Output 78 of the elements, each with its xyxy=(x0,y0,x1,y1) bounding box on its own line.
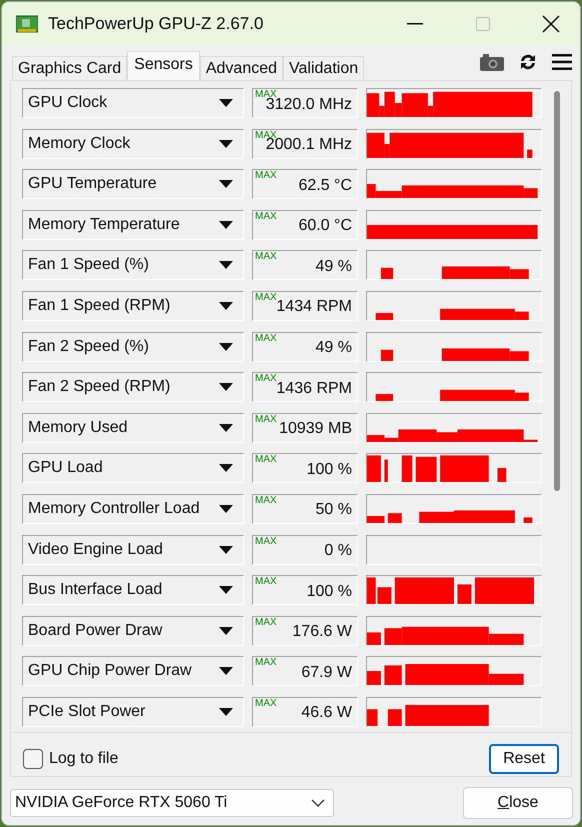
sensor-value: 62.5 °C xyxy=(298,176,352,195)
sensor-dropdown[interactable]: Fan 2 Speed (RPM) xyxy=(22,372,244,402)
sensor-value: 49 % xyxy=(316,339,352,358)
log-to-file-checkbox[interactable]: Log to file xyxy=(23,748,118,768)
scrollbar-thumb[interactable] xyxy=(554,91,560,491)
sensor-dropdown[interactable]: Board Power Draw xyxy=(22,616,244,646)
dropdown-arrow-icon xyxy=(219,464,233,472)
sensor-dropdown[interactable]: Memory Used xyxy=(22,412,244,443)
close-button[interactable]: Close xyxy=(463,787,573,819)
dropdown-arrow-icon xyxy=(219,99,233,107)
sensor-dropdown[interactable]: Memory Temperature xyxy=(22,210,244,240)
max-label: MAX xyxy=(255,252,277,262)
dropdown-arrow-icon xyxy=(219,626,233,635)
sensor-dropdown[interactable]: GPU Load xyxy=(22,453,244,484)
max-label: MAX xyxy=(255,334,277,344)
sensor-value: 3120.0 MHz xyxy=(266,96,352,114)
dropdown-arrow-icon xyxy=(219,220,233,229)
sensor-dropdown[interactable]: Video Engine Load xyxy=(22,534,244,565)
sensor-value: 176.6 W xyxy=(292,623,352,642)
max-label: MAX xyxy=(255,171,277,182)
sensor-value: 10939 MB xyxy=(279,420,352,438)
tab[interactable]: Advanced xyxy=(200,56,284,80)
max-label: MAX xyxy=(255,496,277,506)
sensor-value: 100 % xyxy=(306,582,352,601)
tab[interactable]: Sensors xyxy=(127,51,200,80)
sensor-dropdown[interactable]: Bus Interface Load xyxy=(22,575,244,606)
chevron-down-icon xyxy=(311,799,325,807)
max-label: MAX xyxy=(255,414,277,425)
sensor-dropdown[interactable]: Fan 2 Speed (%) xyxy=(22,332,244,362)
sensor-dropdown[interactable]: GPU Temperature xyxy=(22,169,244,200)
sensor-value: 67.9 W xyxy=(301,664,352,682)
max-label: MAX xyxy=(255,698,277,709)
camera-icon[interactable] xyxy=(480,54,504,70)
dropdown-arrow-icon xyxy=(219,342,233,351)
sensor-value: 60.0 °C xyxy=(298,217,352,236)
refresh-icon[interactable] xyxy=(518,52,538,72)
dropdown-arrow-icon xyxy=(219,424,233,432)
max-label: MAX xyxy=(255,292,277,303)
dropdown-arrow-icon xyxy=(219,504,233,513)
sensor-dropdown[interactable]: GPU Chip Power Draw xyxy=(22,656,244,686)
graphics-card-icon xyxy=(16,15,38,33)
max-label: MAX xyxy=(255,658,277,668)
max-label: MAX xyxy=(255,455,277,466)
sensor-value: 100 % xyxy=(306,460,352,479)
sensor-value: 49 % xyxy=(316,258,352,276)
dropdown-arrow-icon xyxy=(219,708,233,716)
sensor-dropdown[interactable]: Memory Controller Load xyxy=(22,494,244,524)
dropdown-arrow-icon xyxy=(219,261,233,270)
sensor-value: 0 % xyxy=(324,542,352,560)
max-label: MAX xyxy=(255,577,277,588)
dropdown-arrow-icon xyxy=(219,586,233,594)
max-label: MAX xyxy=(255,374,277,384)
menu-icon[interactable] xyxy=(552,54,572,70)
window-title: TechPowerUp GPU-Z 2.67.0 xyxy=(48,14,264,34)
sensor-value: 46.6 W xyxy=(301,704,352,722)
max-label: MAX xyxy=(255,618,277,628)
sensor-dropdown[interactable]: Fan 1 Speed (%) xyxy=(22,250,244,280)
tab[interactable]: Graphics Card xyxy=(12,56,128,80)
sensor-dropdown[interactable]: PCIe Slot Power xyxy=(22,696,244,727)
close-icon[interactable] xyxy=(542,15,560,33)
dropdown-arrow-icon xyxy=(219,302,233,310)
tab[interactable]: Validation xyxy=(283,56,364,80)
sensor-dropdown[interactable]: GPU Clock xyxy=(22,88,244,118)
sensor-dropdown[interactable]: Memory Clock xyxy=(22,128,244,159)
sensor-value: 50 % xyxy=(316,501,352,520)
sensor-value: 1434 RPM xyxy=(276,298,352,316)
dropdown-arrow-icon xyxy=(219,383,233,392)
gpu-select[interactable]: NVIDIA GeForce RTX 5060 Ti xyxy=(10,789,334,817)
dropdown-arrow-icon xyxy=(219,667,233,676)
dropdown-arrow-icon xyxy=(219,140,233,148)
max-label: MAX xyxy=(255,536,277,547)
reset-button[interactable]: Reset xyxy=(489,744,559,774)
sensor-dropdown[interactable]: Fan 1 Speed (RPM) xyxy=(22,290,244,321)
minimize-icon[interactable] xyxy=(407,23,423,25)
sensor-value: 1436 RPM xyxy=(276,380,352,398)
dropdown-arrow-icon xyxy=(219,546,233,554)
max-label: MAX xyxy=(255,212,277,222)
dropdown-arrow-icon xyxy=(219,180,233,188)
